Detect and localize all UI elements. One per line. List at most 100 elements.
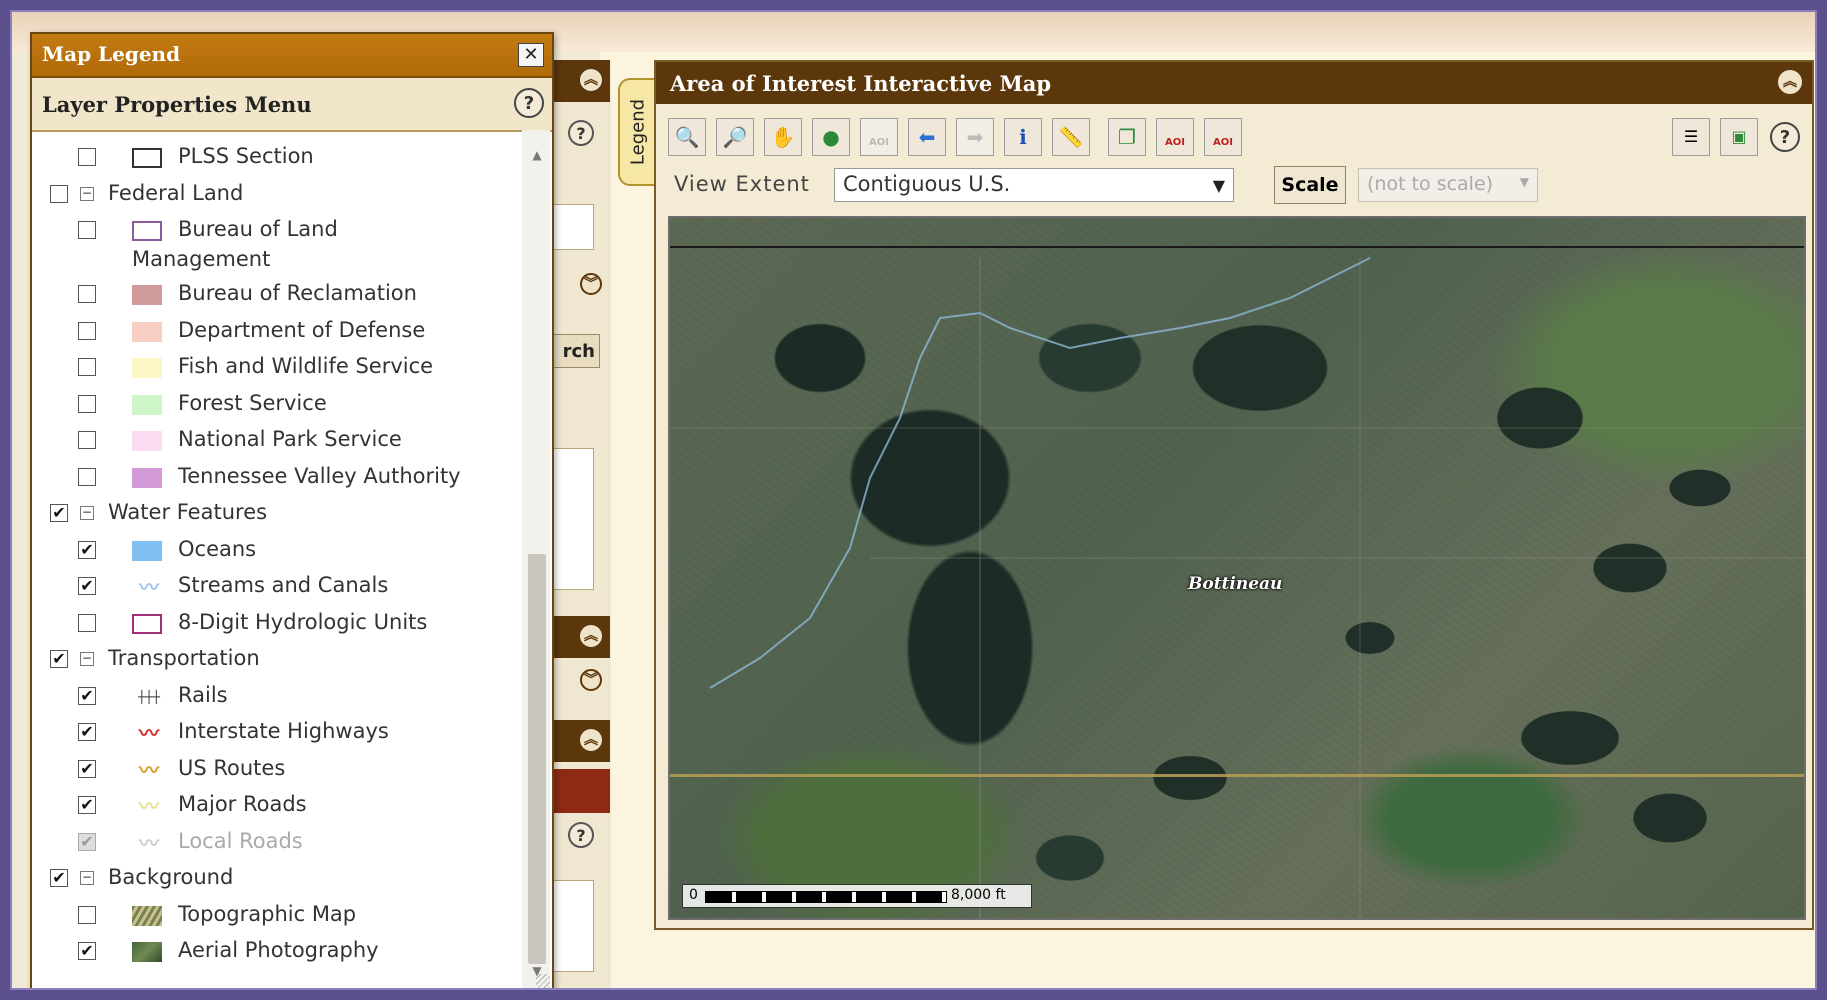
collapse-up-icon[interactable]: ︽ <box>580 729 602 751</box>
layer-row: ✔ 〰 US Routes <box>32 756 520 788</box>
color-swatch-icon <box>132 431 162 451</box>
layer-row: ✔ Aerial Photography <box>32 938 520 970</box>
collapse-up-icon[interactable]: ︽ <box>580 625 602 647</box>
scalebar-start: 0 <box>689 887 698 903</box>
layer-checkbox[interactable] <box>78 905 96 924</box>
layer-checkbox[interactable]: ✔ <box>50 650 68 668</box>
copy-layers-icon[interactable]: ❐ <box>1108 118 1146 156</box>
collapse-minus-icon[interactable]: − <box>80 186 94 201</box>
view-extent-row: View Extent Contiguous U.S. ▼ Scale (not… <box>674 166 1774 206</box>
layer-checkbox[interactable]: ✔ <box>78 723 96 741</box>
map-canvas[interactable]: Bottineau 0 8,000 ft <box>668 216 1806 920</box>
scale-value: (not to scale) <box>1367 173 1494 195</box>
panel-input-box[interactable] <box>552 204 594 250</box>
layer-row: ✔ Oceans <box>32 537 520 569</box>
layer-checkbox[interactable]: ✔ <box>78 759 96 778</box>
pan-hand-icon[interactable]: ✋ <box>764 118 802 156</box>
layer-label: Bureau of Land <box>178 217 338 241</box>
panel-text-area[interactable] <box>552 448 594 590</box>
layer-label: Aerial Photography <box>178 938 379 962</box>
layer-checkbox[interactable] <box>78 613 96 632</box>
layer-row: ✔ 〰 Streams and Canals <box>32 573 520 605</box>
panel-text-area[interactable] <box>552 880 594 972</box>
collapse-up-icon[interactable]: ︽ <box>1778 70 1802 94</box>
layer-checkbox[interactable] <box>50 184 68 203</box>
layer-checkbox[interactable] <box>78 285 96 303</box>
layer-group-row: ✔ − Transportation <box>32 646 520 678</box>
layer-label: National Park Service <box>178 427 402 451</box>
layer-checkbox[interactable] <box>78 467 96 486</box>
expand-down-icon[interactable]: ︾ <box>580 669 602 691</box>
layer-label: Major Roads <box>178 792 307 816</box>
resize-grip-icon[interactable] <box>536 974 550 988</box>
map-titlebar: Area of Interest Interactive Map ︽ <box>656 62 1812 104</box>
view-extent-label: View Extent <box>674 172 810 196</box>
help-icon[interactable]: ? <box>514 88 544 118</box>
dropdown-arrow-icon: ▼ <box>1519 175 1529 189</box>
color-swatch-icon <box>132 540 162 561</box>
layer-label: Fish and Wildlife Service <box>178 354 434 378</box>
search-button[interactable]: rch <box>550 334 600 368</box>
layer-label: Oceans <box>178 536 257 561</box>
clear-aoi-icon[interactable]: AOI <box>1204 118 1242 156</box>
help-icon[interactable]: ? <box>568 120 594 146</box>
outline-swatch-icon <box>132 613 162 634</box>
major-road-line-icon: 〰 <box>139 794 159 818</box>
scalebar-bar <box>705 891 947 903</box>
help-icon[interactable]: ? <box>1770 122 1800 152</box>
layer-label: Topographic Map <box>178 901 357 926</box>
layer-checkbox[interactable] <box>78 148 96 166</box>
info-icon[interactable]: ℹ <box>1004 118 1042 156</box>
legend-titlebar[interactable]: Map Legend ✕ <box>32 34 552 78</box>
globe-full-extent-icon[interactable]: ● <box>812 118 850 156</box>
overview-map-icon[interactable]: ▣ <box>1720 118 1758 156</box>
scroll-up-icon[interactable]: ▲ <box>528 148 546 166</box>
layer-label: PLSS Section <box>178 144 314 168</box>
help-icon[interactable]: ? <box>568 822 594 848</box>
layer-checkbox[interactable]: ✔ <box>78 686 96 705</box>
layer-row: Bureau of Land Management <box>32 217 520 279</box>
layer-checkbox[interactable]: ✔ <box>78 577 96 595</box>
layer-checkbox[interactable] <box>78 394 96 413</box>
scalebar-distance: 8,000 ft <box>951 887 1006 903</box>
layer-checkbox[interactable]: ✔ <box>50 869 68 887</box>
collapse-up-icon[interactable]: ︽ <box>580 69 602 91</box>
layer-checkbox[interactable]: ✔ <box>78 540 96 559</box>
scale-button[interactable]: Scale <box>1274 166 1346 204</box>
view-extent-select[interactable]: Contiguous U.S. ▼ <box>834 168 1234 202</box>
close-icon[interactable]: ✕ <box>518 43 544 67</box>
layer-label: Water Features <box>108 500 268 524</box>
collapse-minus-icon[interactable]: − <box>80 506 94 520</box>
layer-properties-title: Layer Properties Menu <box>42 92 312 117</box>
layer-row: Bureau of Reclamation <box>32 281 520 313</box>
collapse-minus-icon[interactable]: − <box>80 871 94 885</box>
color-swatch-icon <box>132 358 162 378</box>
collapse-minus-icon[interactable]: − <box>80 652 94 666</box>
us-route-line-icon: 〰 <box>139 757 159 782</box>
layer-checkbox[interactable]: ✔ <box>50 504 68 522</box>
layer-checkbox[interactable]: ✔ <box>78 796 96 814</box>
layer-checkbox[interactable] <box>78 221 96 239</box>
layer-checkbox[interactable] <box>78 321 96 340</box>
layer-list-icon[interactable]: ☰ <box>1672 118 1710 156</box>
expand-down-icon[interactable]: ︾ <box>580 273 602 295</box>
layer-checkbox[interactable] <box>78 358 96 376</box>
legend-scrollbar-thumb[interactable] <box>528 554 546 964</box>
layer-row: PLSS Section <box>32 144 520 176</box>
map-panel: Area of Interest Interactive Map ︽ 🔍 🔎 ✋… <box>654 60 1814 930</box>
layer-label: Rails <box>178 682 228 707</box>
measure-ruler-icon[interactable]: 📏 <box>1052 118 1090 156</box>
layer-checkbox[interactable]: ✔ <box>78 942 96 960</box>
layer-row: Tennessee Valley Authority <box>32 464 520 496</box>
zoom-out-icon[interactable]: 🔎 <box>716 118 754 156</box>
back-arrow-icon[interactable]: ⬅ <box>908 118 946 156</box>
map-place-label: Bottineau <box>1188 574 1283 594</box>
layer-checkbox[interactable] <box>78 431 96 449</box>
layer-checkbox: ✔ <box>78 832 96 851</box>
layer-label-continued: Management <box>132 247 271 271</box>
layer-properties-menu[interactable]: Layer Properties Menu ? <box>32 78 552 132</box>
layer-label: Federal Land <box>108 180 244 205</box>
define-aoi-icon[interactable]: AOI <box>1156 118 1194 156</box>
legend-tab[interactable]: Legend <box>618 78 656 186</box>
zoom-in-icon[interactable]: 🔍 <box>668 118 706 156</box>
